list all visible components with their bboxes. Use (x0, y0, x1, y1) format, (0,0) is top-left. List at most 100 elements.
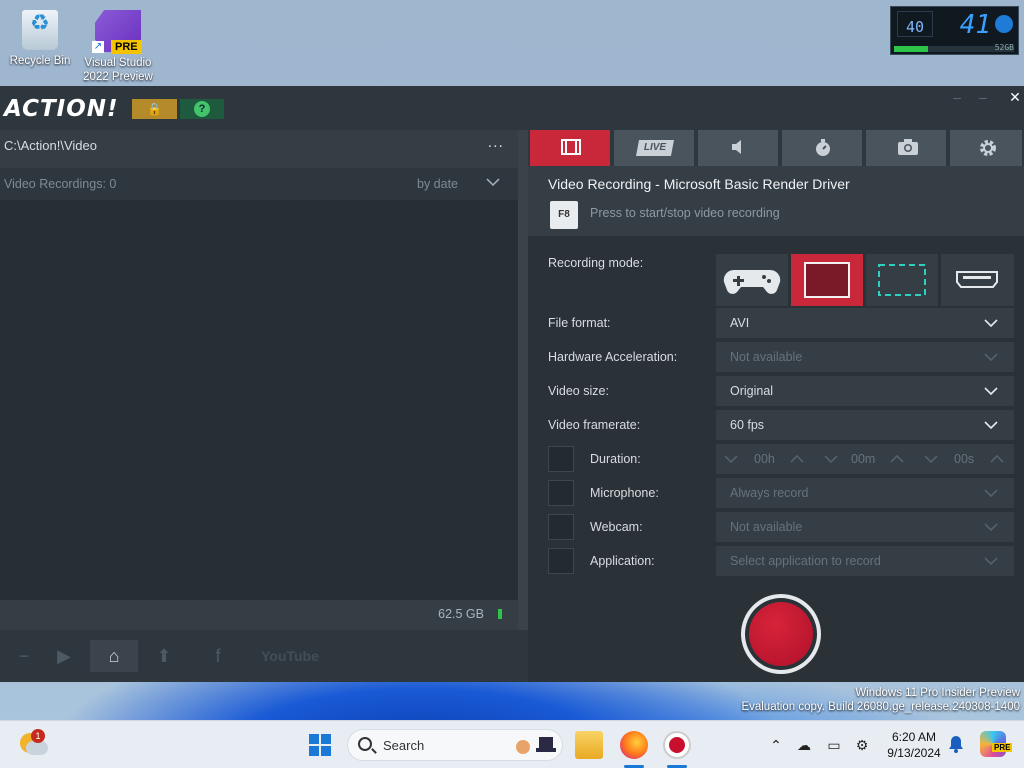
lock-icon: 🔒 (147, 102, 162, 116)
open-folder-button[interactable]: ⌂ (90, 640, 138, 672)
microphone-checkbox[interactable] (548, 480, 574, 506)
chevron-up-icon[interactable]: ⌃ (766, 733, 786, 757)
settings-sync-icon[interactable]: ⚙ (852, 733, 872, 757)
webcam-label: Webcam: (590, 520, 643, 534)
file-format-value: AVI (730, 316, 750, 330)
recordings-path: C:\Action!\Video (4, 138, 97, 153)
record-button[interactable] (741, 594, 821, 674)
mode-game-button[interactable] (716, 254, 788, 306)
hotkey-button[interactable]: F8 (550, 201, 578, 229)
chevron-down-icon[interactable] (724, 453, 738, 465)
recordings-count: Video Recordings: 0 (4, 177, 117, 191)
record-button-ring (745, 598, 817, 670)
chevron-down-icon (984, 353, 998, 362)
recordings-list-header: Video Recordings: 0 by date (0, 168, 518, 200)
firefox-button[interactable] (620, 731, 648, 759)
fullscreen-icon (804, 262, 850, 298)
recording-header: Video Recording - Microsoft Basic Render… (528, 166, 1024, 236)
close-button[interactable]: ✕ (1006, 86, 1024, 108)
recordings-list (0, 200, 518, 600)
taskbar: 1 Search ⌃ ☁ ▭ ⚙ 6:20 AM 9/13/2024 PRE (0, 720, 1024, 768)
duration-hours[interactable]: 00h (754, 452, 775, 466)
cloud-icon (26, 741, 48, 755)
chevron-up-icon[interactable] (890, 453, 904, 465)
chevron-down-icon (984, 319, 998, 328)
application-checkbox[interactable] (548, 548, 574, 574)
chevron-down-icon (984, 421, 998, 430)
mode-hdmi-button[interactable] (941, 254, 1014, 306)
recordings-toolbar: − ▶ ⌂ ⬆ f YouTube (0, 630, 528, 682)
sort-dropdown[interactable]: by date (417, 177, 458, 191)
video-size-select[interactable]: Original (716, 376, 1014, 406)
video-size-label: Video size: (548, 384, 609, 398)
duration-checkbox[interactable] (548, 446, 574, 472)
tab-live[interactable]: LIVE (614, 130, 696, 166)
youtube-button[interactable]: YouTube (250, 640, 330, 672)
clock[interactable]: 6:20 AM 9/13/2024 (884, 729, 944, 761)
play-button[interactable]: ▶ (40, 640, 88, 672)
framerate-value: 60 fps (730, 418, 765, 432)
video-size-value: Original (730, 384, 774, 398)
bell-icon[interactable] (948, 735, 964, 753)
file-format-label: File format: (548, 316, 611, 330)
duration-minutes[interactable]: 00m (851, 452, 875, 466)
tab-benchmark[interactable] (782, 130, 864, 166)
cloud-offline-icon[interactable]: ☁ (794, 733, 814, 757)
windows-logo-icon (321, 734, 331, 744)
network-icon[interactable]: ▭ (824, 733, 844, 757)
action-taskbar-button[interactable] (663, 731, 691, 759)
facebook-button[interactable]: f (194, 640, 242, 672)
watermark-line1: Windows 11 Pro Insider Preview (855, 687, 1020, 699)
chevron-up-icon[interactable] (990, 453, 1004, 465)
minimize-button[interactable]: – (972, 86, 994, 108)
microphone-select[interactable]: Always record (716, 478, 1014, 508)
microphone-value: Always record (730, 486, 809, 500)
taskbar-search[interactable]: Search (347, 729, 563, 761)
chevron-down-icon[interactable] (486, 175, 500, 189)
duration-seconds[interactable]: 00s (954, 452, 974, 466)
tab-screenshot[interactable] (866, 130, 948, 166)
windows-watermark: Windows 11 Pro Insider Preview Evaluatio… (741, 686, 1020, 714)
panel-splitter[interactable] (518, 130, 528, 630)
gamepad-icon (723, 269, 781, 294)
minimize-to-tray-button[interactable]: – (946, 86, 968, 108)
hw-accel-select[interactable]: Not available (716, 342, 1014, 372)
tab-video-recording[interactable] (530, 130, 612, 166)
webcam-value: Not available (730, 520, 803, 534)
fps-hud-widget: 40 41 52GB (890, 6, 1019, 55)
start-button[interactable] (309, 734, 331, 756)
camera-icon (898, 139, 918, 155)
tab-audio[interactable] (698, 130, 780, 166)
lock-button[interactable]: 🔒 (132, 99, 177, 119)
record-icon (749, 602, 813, 666)
application-select[interactable]: Select application to record (716, 546, 1014, 576)
chevron-down-icon[interactable] (924, 453, 938, 465)
help-button[interactable]: ? (180, 99, 224, 119)
file-explorer-button[interactable] (575, 731, 603, 759)
upload-button[interactable]: ⬆ (140, 640, 188, 672)
hud-disk-label: 52GB (994, 43, 1014, 52)
hud-fps-value: 41 (959, 10, 991, 40)
path-more-button[interactable]: ... (488, 134, 504, 152)
mode-tabs: LIVE (528, 130, 1024, 166)
shortcut-arrow-icon: ↗ (92, 41, 104, 53)
desktop-icon-recycle-bin[interactable]: Recycle Bin (2, 10, 78, 68)
chevron-up-icon[interactable] (790, 453, 804, 465)
live-label: LIVE (636, 140, 674, 156)
desktop-icon-label: Visual Studio 2022 Preview (83, 57, 153, 83)
chevron-down-icon[interactable] (824, 453, 838, 465)
app-titlebar: ACTION! 🔒 ? – – ✕ (0, 86, 1024, 130)
tab-settings[interactable] (950, 130, 1024, 166)
file-format-select[interactable]: AVI (716, 308, 1014, 338)
framerate-select[interactable]: 60 fps (716, 410, 1014, 440)
windows-logo-icon (309, 734, 319, 744)
duration-field: 00h 00m 00s (716, 444, 1014, 474)
notification-badge: 1 (31, 729, 45, 743)
application-label: Application: (590, 554, 655, 568)
webcam-select[interactable]: Not available (716, 512, 1014, 542)
film-icon (561, 139, 581, 155)
action-app-window: ACTION! 🔒 ? – – ✕ C:\Action!\Video ... V… (0, 86, 1024, 682)
mode-area-button[interactable] (866, 254, 938, 306)
webcam-checkbox[interactable] (548, 514, 574, 540)
mode-fullscreen-button[interactable] (791, 254, 863, 306)
